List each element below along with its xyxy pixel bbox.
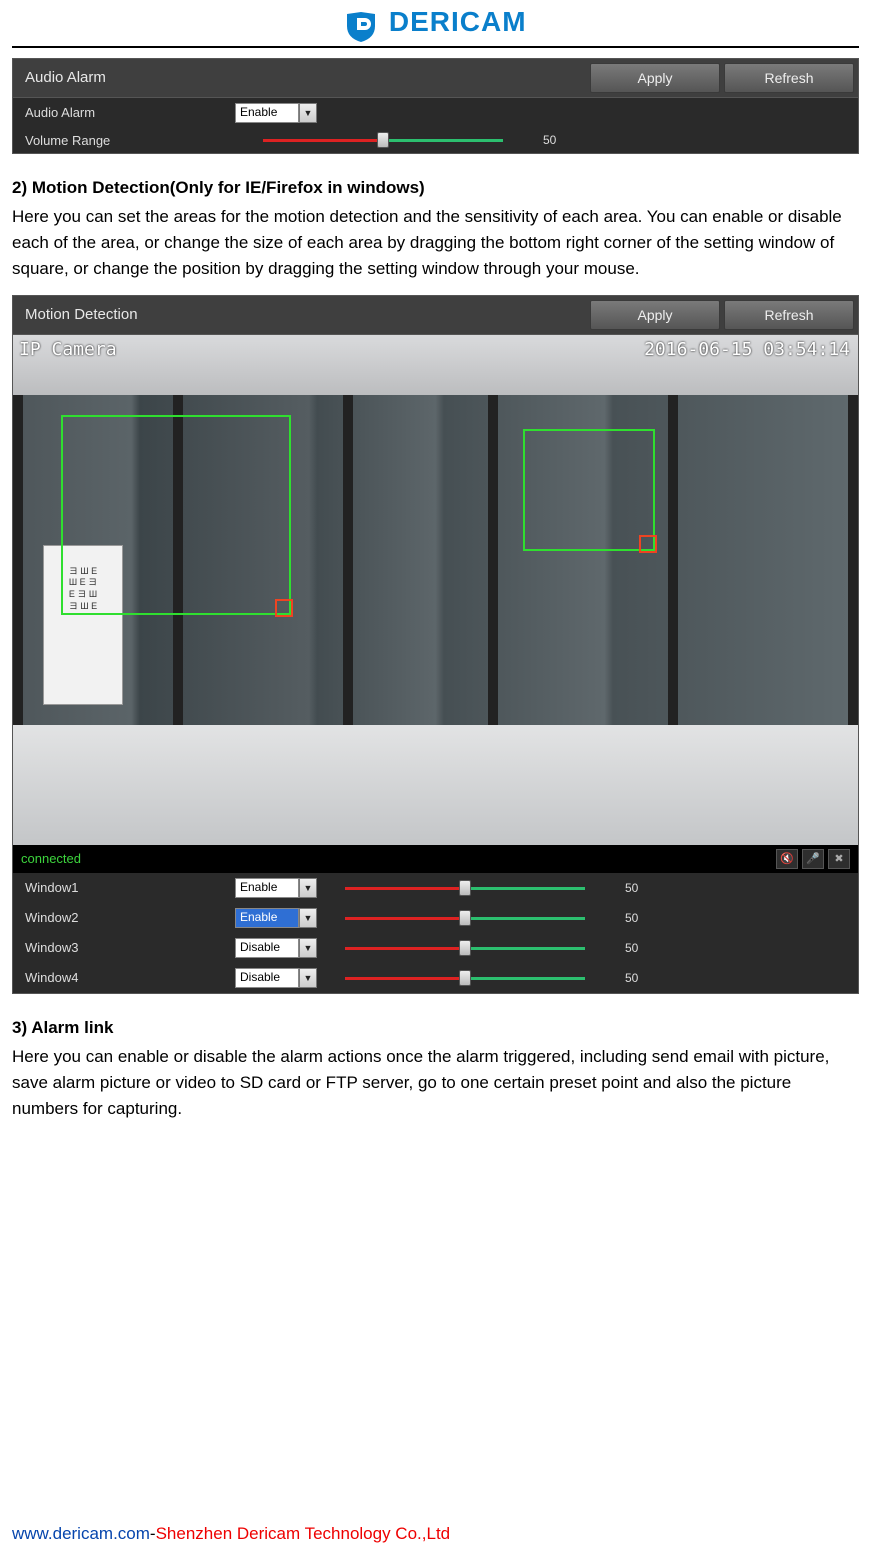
window-row: Window3Disable▼ 50 [13,933,858,963]
footer-link[interactable]: www.dericam.com [12,1524,150,1543]
window-label: Window4 [25,970,235,985]
section-3-heading: 3) Alarm link [12,1018,859,1038]
mute-icon[interactable]: 🔇 [776,849,798,869]
motion-detection-title: Motion Detection [13,298,590,331]
brand-name: DERICAM [389,6,527,38]
window-row: Window2Enable▼ 50 [13,903,858,933]
resize-handle-icon[interactable] [275,599,293,617]
apply-button[interactable]: Apply [590,63,720,93]
resize-handle-icon[interactable] [639,535,657,553]
brand-header: DERICAM [12,0,859,48]
window-label: Window3 [25,940,235,955]
chevron-down-icon[interactable]: ▼ [299,968,317,988]
refresh-button[interactable]: Refresh [724,63,854,93]
window-sensitivity-slider[interactable] [345,883,585,893]
window-select-value[interactable]: Disable [235,968,299,988]
audio-alarm-panel: Audio Alarm Apply Refresh Audio Alarm En… [12,58,859,154]
audio-alarm-select-value[interactable]: Enable [235,103,299,123]
settings-icon[interactable]: ✖ [828,849,850,869]
window-select[interactable]: Disable▼ [235,968,317,988]
section-3-text: Here you can enable or disable the alarm… [12,1044,859,1123]
audio-alarm-select[interactable]: Enable ▼ [235,103,317,123]
page-footer: www.dericam.com-Shenzhen Dericam Technol… [12,1524,450,1544]
window-row: Window1Enable▼ 50 [13,873,858,903]
window-select-value[interactable]: Enable [235,878,299,898]
apply-button[interactable]: Apply [590,300,720,330]
window-sensitivity-slider[interactable] [345,973,585,983]
window-sensitivity-value: 50 [625,941,638,955]
camera-overlay-timestamp: 2016-06-15 03:54:14 [644,339,850,360]
volume-range-slider[interactable] [263,135,503,145]
window-label: Window1 [25,880,235,895]
window-sensitivity-slider[interactable] [345,943,585,953]
mic-off-icon[interactable]: 🎤 [802,849,824,869]
audio-alarm-row: Audio Alarm Enable ▼ [13,98,858,128]
detection-region-1[interactable] [61,415,291,615]
window-row: Window4Disable▼ 50 [13,963,858,993]
camera-status-text: connected [21,851,81,866]
detection-region-2[interactable] [523,429,655,551]
volume-range-row: Volume Range 50 [13,128,858,153]
camera-preview[interactable]: IP Camera 2016-06-15 03:54:14 [13,335,858,845]
window-select[interactable]: Enable▼ [235,908,317,928]
camera-overlay-label: IP Camera [19,339,117,360]
chevron-down-icon[interactable]: ▼ [299,908,317,928]
window-select-value[interactable]: Enable [235,908,299,928]
window-select[interactable]: Disable▼ [235,938,317,958]
window-sensitivity-value: 50 [625,971,638,985]
camera-status-bar: connected 🔇 🎤 ✖ [13,845,858,873]
section-2-heading: 2) Motion Detection(Only for IE/Firefox … [12,178,859,198]
footer-company: Shenzhen Dericam Technology Co.,Ltd [156,1524,451,1543]
window-select[interactable]: Enable▼ [235,878,317,898]
window-sensitivity-value: 50 [625,911,638,925]
window-select-value[interactable]: Disable [235,938,299,958]
motion-detection-header: Motion Detection Apply Refresh [13,296,858,335]
brand-shield-icon [344,12,378,42]
chevron-down-icon[interactable]: ▼ [299,103,317,123]
volume-range-label: Volume Range [25,133,235,148]
audio-alarm-label: Audio Alarm [25,105,235,120]
refresh-button[interactable]: Refresh [724,300,854,330]
window-sensitivity-value: 50 [625,881,638,895]
audio-alarm-title: Audio Alarm [13,61,590,94]
motion-detection-panel: Motion Detection Apply Refresh IP Camera… [12,295,859,994]
chevron-down-icon[interactable]: ▼ [299,938,317,958]
volume-range-value: 50 [543,133,556,147]
audio-alarm-header: Audio Alarm Apply Refresh [13,59,858,98]
window-sensitivity-slider[interactable] [345,913,585,923]
section-2-text: Here you can set the areas for the motio… [12,204,859,283]
chevron-down-icon[interactable]: ▼ [299,878,317,898]
window-label: Window2 [25,910,235,925]
